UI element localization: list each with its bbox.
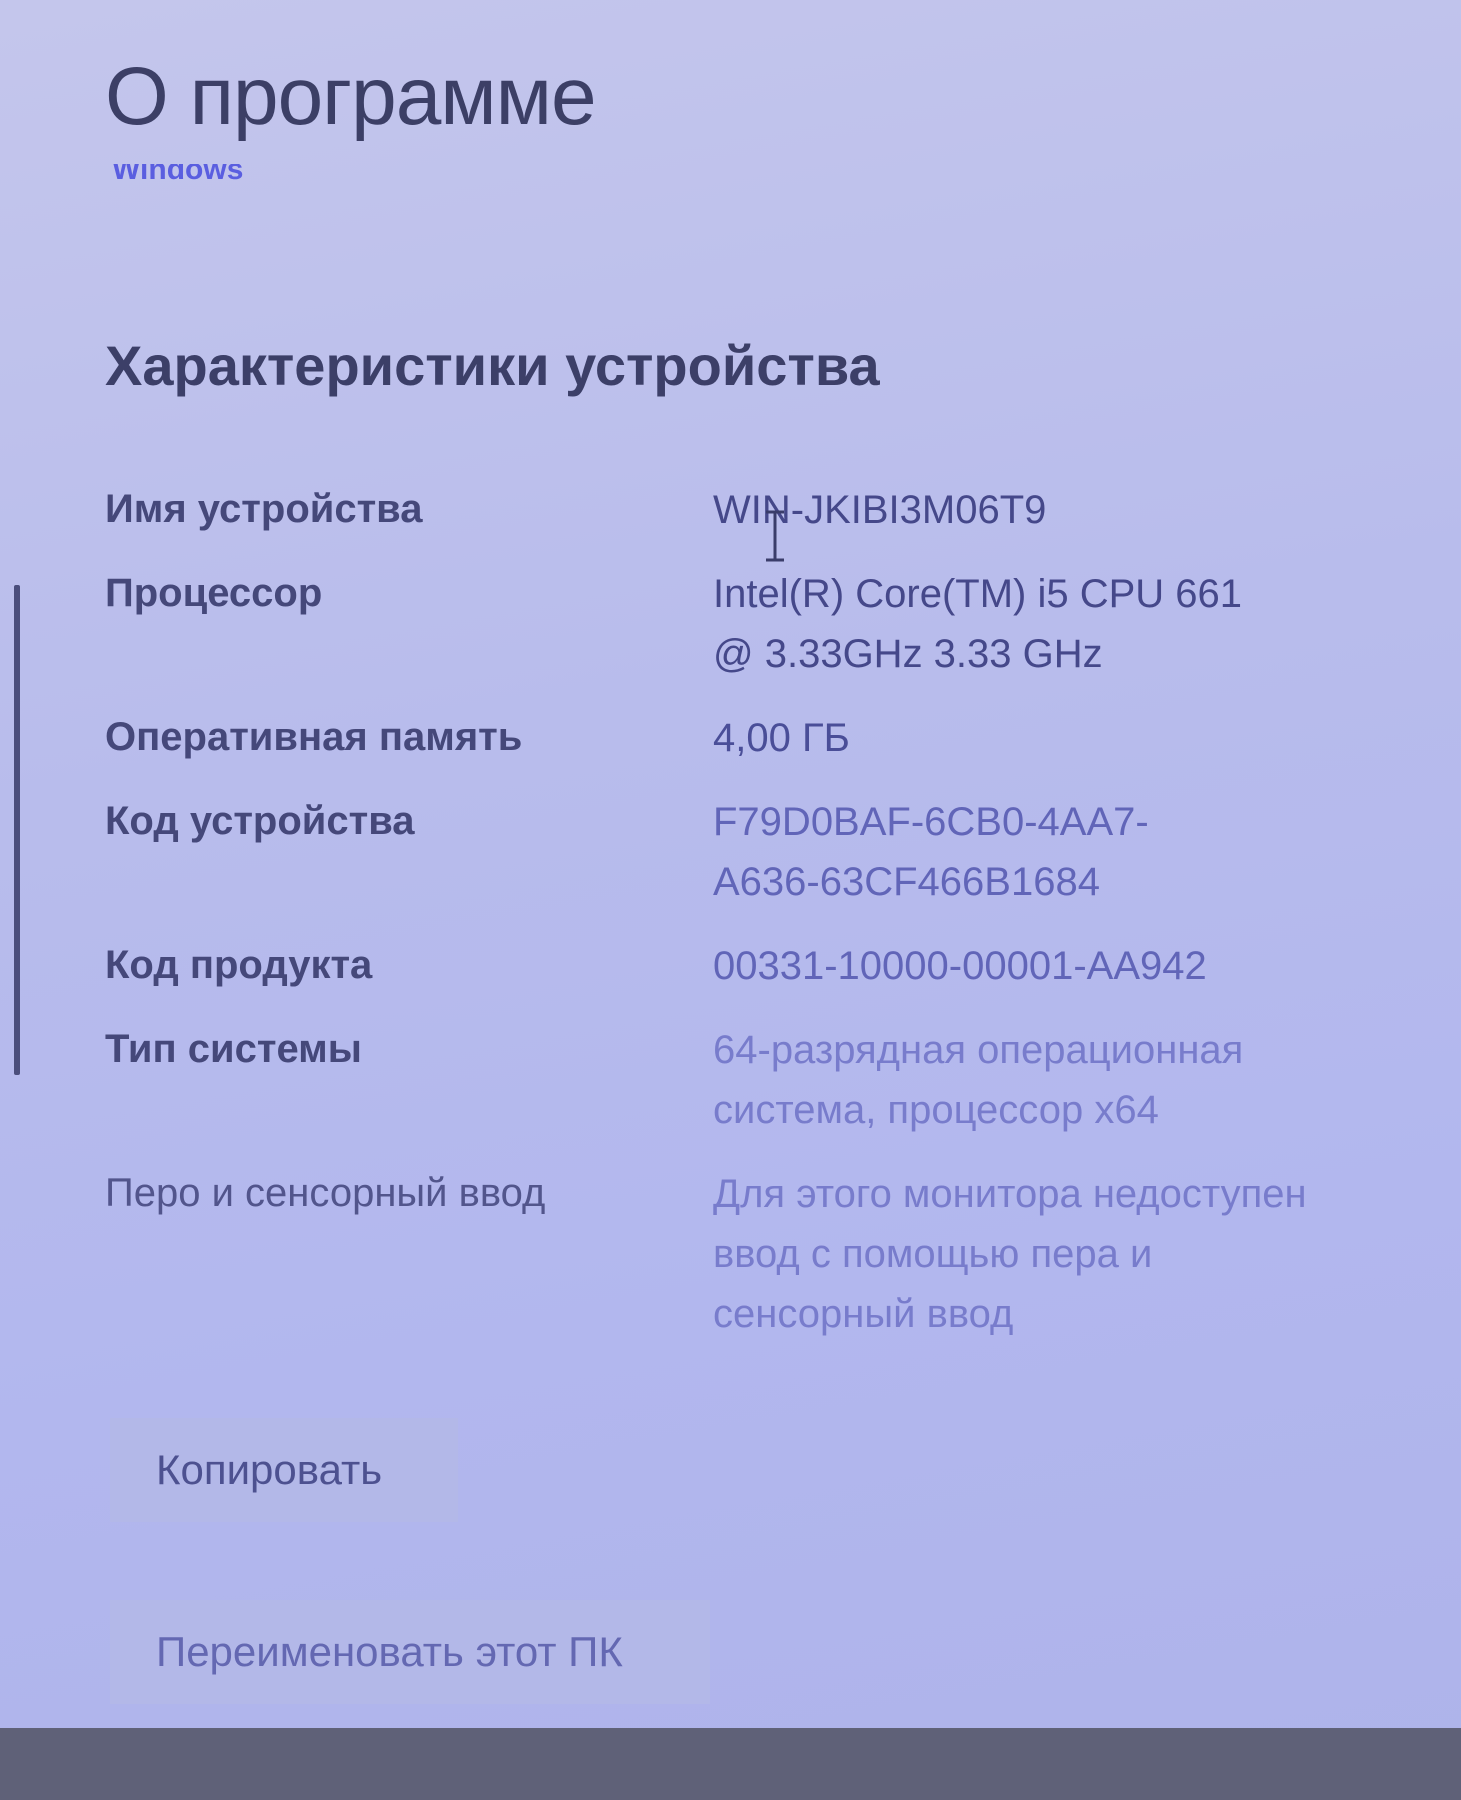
system-type-value[interactable]: 64-разрядная операционная система, проце… bbox=[713, 1020, 1435, 1140]
scrollbar[interactable] bbox=[14, 585, 20, 1075]
page-title: О программе bbox=[105, 51, 597, 142]
spec-label: Тип системы bbox=[105, 1027, 362, 1071]
device-name-value[interactable]: WIN-JKIBI3M06T9 bbox=[713, 480, 1435, 540]
spec-label: Код устройства bbox=[105, 799, 415, 843]
spec-label: Оперативная память bbox=[105, 715, 523, 759]
spec-label: Код продукта bbox=[105, 943, 373, 987]
spec-label: Процессор bbox=[105, 571, 323, 615]
product-id-value[interactable]: 00331-10000-00001-AA942 bbox=[713, 936, 1435, 996]
spec-row-pen-touch: Перо и сенсорный ввод Для этого монитора… bbox=[105, 1164, 1435, 1344]
text-cursor-icon bbox=[766, 510, 784, 562]
spec-row-system-type: Тип системы 64-разрядная операционная си… bbox=[105, 1020, 1435, 1140]
copy-button[interactable]: Копировать bbox=[110, 1418, 458, 1522]
pen-touch-value[interactable]: Для этого монитора недоступен ввод с пом… bbox=[713, 1164, 1435, 1344]
spec-row-device-id: Код устройства F79D0BAF-6CB0-4AA7- A636-… bbox=[105, 792, 1435, 912]
settings-window: О программе Windows Характеристики устро… bbox=[0, 0, 1461, 1728]
rename-pc-button[interactable]: Переименовать этот ПК bbox=[110, 1600, 710, 1704]
spec-row-ram: Оперативная память 4,00 ГБ bbox=[105, 708, 1435, 768]
spec-row-product-id: Код продукта 00331-10000-00001-AA942 bbox=[105, 936, 1435, 996]
spec-row-processor: Процессор Intel(R) Core(TM) i5 CPU 661 @… bbox=[105, 564, 1435, 684]
spec-label: Перо и сенсорный ввод bbox=[105, 1171, 546, 1215]
monitor-bezel bbox=[0, 1728, 1461, 1800]
ram-value[interactable]: 4,00 ГБ bbox=[713, 708, 1435, 768]
device-id-value[interactable]: F79D0BAF-6CB0-4AA7- A636-63CF466B1684 bbox=[713, 792, 1435, 912]
device-specs-list: Имя устройства WIN-JKIBI3M06T9 Процессор… bbox=[105, 480, 1435, 1368]
processor-value[interactable]: Intel(R) Core(TM) i5 CPU 661 @ 3.33GHz 3… bbox=[713, 564, 1435, 684]
windows-specs-link[interactable]: Windows bbox=[112, 164, 243, 182]
spec-label: Имя устройства bbox=[105, 487, 423, 531]
device-specs-heading: Характеристики устройства bbox=[105, 334, 880, 397]
